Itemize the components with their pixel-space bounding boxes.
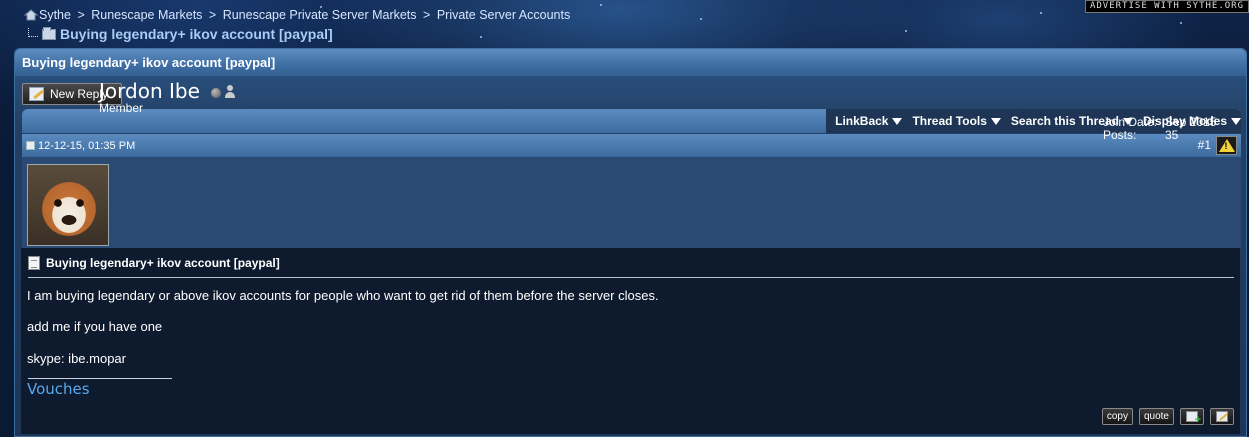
post-date: 12-12-15, 01:35 PM [26, 140, 135, 152]
breadcrumb-separator: > [77, 8, 85, 22]
post-body: Buying legendary+ ikov account [paypal] … [21, 248, 1240, 434]
warning-icon [1218, 139, 1235, 152]
post-title: Buying legendary+ ikov account [paypal] [28, 256, 280, 270]
tree-connector [28, 27, 38, 37]
copy-button[interactable]: copy [1101, 408, 1133, 425]
breadcrumb-separator: > [423, 8, 431, 22]
breadcrumb-private-server-markets[interactable]: Runescape Private Server Markets [223, 8, 417, 22]
breadcrumb-sythe[interactable]: Sythe [39, 8, 71, 22]
post-line: I am buying legendary or above ikov acco… [27, 288, 659, 303]
posts-label: Posts: [1103, 128, 1137, 142]
post-line: add me if you have one [27, 319, 163, 334]
username[interactable]: Jordon Ibe [99, 79, 200, 103]
quote-button[interactable]: quote [1138, 408, 1174, 425]
offline-status-icon [211, 88, 221, 98]
breadcrumb-runescape-markets[interactable]: Runescape Markets [91, 8, 202, 22]
user-profile-icon [225, 85, 235, 99]
post-divider [28, 277, 1234, 278]
user-info [22, 157, 1241, 249]
post-date-text: 12-12-15, 01:35 PM [38, 139, 136, 152]
post-line: skype: ibe.mopar [27, 351, 126, 366]
breadcrumb-private-server-accounts[interactable]: Private Server Accounts [437, 8, 570, 22]
post-actions: copy quote [1101, 408, 1234, 426]
dropdown-arrow-icon [892, 117, 903, 125]
thread-title: Buying legendary+ ikov account [paypal] [22, 55, 276, 70]
home-icon[interactable] [24, 9, 38, 21]
breadcrumb: Sythe > Runescape Markets > Runescape Pr… [24, 8, 570, 22]
posts-value: 35 [1165, 128, 1179, 142]
linkback-label: LinkBack [835, 114, 889, 128]
post-title-text: Buying legendary+ ikov account [paypal] [46, 256, 280, 270]
linkback-menu[interactable]: LinkBack [835, 114, 903, 128]
folder-icon [42, 26, 56, 40]
post-icon [26, 141, 35, 150]
quick-reply-button[interactable] [1210, 408, 1234, 425]
multiquote-button[interactable] [1180, 408, 1204, 426]
post-header: 12-12-15, 01:35 PM #1 [22, 134, 1241, 157]
report-post-button[interactable] [1216, 136, 1237, 155]
dropdown-arrow-icon [990, 117, 1001, 125]
signature-divider [28, 378, 172, 379]
breadcrumb-separator: > [208, 8, 217, 22]
avatar[interactable] [27, 164, 109, 246]
dropdown-arrow-icon [1231, 117, 1241, 125]
user-stats: Join Date: Sep 2015 Posts: 35 [1103, 116, 1216, 142]
breadcrumb-current: Buying legendary+ ikov account [paypal] [28, 26, 333, 42]
vouches-link[interactable]: Vouches [27, 380, 90, 398]
new-reply-icon [29, 87, 44, 101]
breadcrumb-current-title: Buying legendary+ ikov account [paypal] [60, 26, 333, 42]
user-rank: Member [99, 101, 144, 115]
advertise-banner[interactable]: ADVERTISE WITH SYTHE.ORG [1085, 0, 1249, 13]
thread-tools-label: Thread Tools [912, 114, 987, 128]
quick-reply-icon [1216, 411, 1228, 422]
thread-tools-menu[interactable]: Thread Tools [912, 114, 1001, 128]
multiquote-icon [1186, 411, 1201, 426]
document-icon [28, 256, 40, 270]
